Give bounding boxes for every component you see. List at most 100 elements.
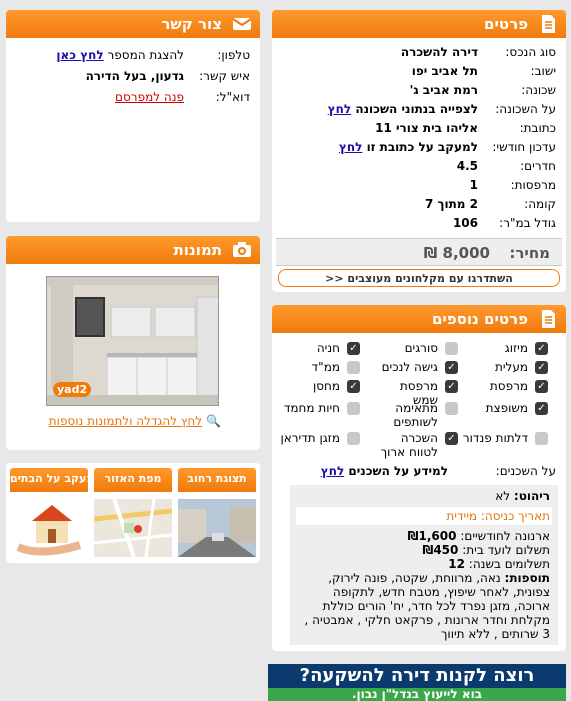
detail-value: לצפייה בנתוני השכונה: [355, 102, 478, 116]
street-view-thumb[interactable]: [178, 499, 256, 557]
arnona-label: ארנונה לחודשיים:: [460, 529, 550, 543]
detail-label: קומה:: [524, 197, 556, 211]
tab-area-map[interactable]: מפת האזור: [94, 468, 172, 492]
checkbox-unchecked[interactable]: [535, 432, 548, 445]
detail-value: אליהו בית צורי 11: [375, 121, 478, 135]
tab-street-view[interactable]: תצוגת רחוב: [178, 468, 256, 492]
checkbox-checked[interactable]: ✓: [535, 380, 548, 393]
checkbox-checked[interactable]: ✓: [347, 380, 360, 393]
contact-advertiser-link[interactable]: פנה למפרסם: [115, 90, 184, 104]
feature-label: מיזוג: [504, 341, 528, 355]
detail-row: קומה: 2 מתוך 7: [272, 195, 566, 214]
contact-title: צור קשר: [161, 15, 222, 33]
checkbox-unchecked[interactable]: [347, 361, 360, 374]
detail-label: על השכונה:: [495, 102, 556, 116]
details-header: פרטים: [272, 10, 566, 38]
envelope-icon: [232, 14, 252, 34]
detail-row: שכונה: רמת אביב ג': [272, 81, 566, 100]
detail-row: חדרים: 4.5: [272, 157, 566, 176]
feature-label: מתאימה לשותפים: [393, 401, 438, 429]
price-value: 8,000 ₪: [423, 244, 490, 262]
furnished-label: ריהוט:: [513, 489, 550, 503]
person-label: איש קשר:: [199, 69, 250, 83]
detail-value: 4.5: [456, 159, 478, 173]
detail-value: רמת אביב ג': [409, 83, 478, 97]
feature-label: מחסן: [312, 379, 340, 393]
feature-label: סורגים: [404, 341, 438, 355]
feature-label: חיות מחמד: [283, 401, 340, 415]
entry-label: תאריך כניסה:: [480, 509, 550, 523]
extra-info-box: ריהוט: לא תאריך כניסה: מיידית ארנונה לחו…: [290, 485, 558, 645]
feature-label: גישה לנכים: [381, 360, 438, 374]
detail-label: ישוב:: [530, 64, 556, 78]
additions-label: תוספות:: [504, 571, 550, 585]
feature-label: ממ"ד: [311, 360, 340, 374]
checkbox-checked[interactable]: ✓: [445, 361, 458, 374]
show-phone-link[interactable]: לחץ כאן: [56, 48, 103, 62]
detail-value: למעקב על כתובת זו: [366, 140, 478, 154]
details-title: פרטים: [484, 15, 528, 33]
payments-value: 12: [448, 557, 465, 571]
tab-house-tracking[interactable]: מעקב על הבתים: [10, 468, 88, 492]
details-panel: פרטים סוג הנכס: דירה להשכרה ישוב: תל אביב י…: [272, 10, 566, 292]
watermark-logo: yad2: [53, 382, 92, 397]
investment-banner[interactable]: רוצה לקנות דירה להשקעה? בוא לייעוץ בנדל"…: [268, 664, 566, 701]
feature-label: מעלית: [494, 360, 528, 374]
detail-row: גודל במ"ר: 106: [272, 214, 566, 233]
banner-headline: רוצה לקנות דירה להשקעה?: [299, 665, 535, 686]
checkbox-checked[interactable]: ✓: [347, 342, 360, 355]
checkbox-checked[interactable]: ✓: [535, 402, 548, 415]
feature-label: משופצת: [485, 401, 528, 415]
document-icon: [538, 309, 558, 329]
detail-label: שכונה:: [521, 83, 556, 97]
detail-row: כתובת: אליהו בית צורי 11: [272, 119, 566, 138]
detail-label: חדרים:: [520, 159, 556, 173]
checkbox-checked[interactable]: ✓: [445, 380, 458, 393]
phone-label: טלפון:: [217, 48, 250, 62]
checkbox-unchecked[interactable]: [347, 402, 360, 415]
extra-details-header: פרטים נוספים: [272, 305, 566, 333]
feature-label: מזגן תדיראן: [280, 431, 340, 445]
detail-label: כתובת:: [519, 121, 556, 135]
detail-label: גודל במ"ר:: [499, 216, 556, 230]
feature-label: חניה: [316, 341, 340, 355]
photos-title: תמונות: [173, 241, 222, 259]
detail-link[interactable]: לחץ: [339, 140, 362, 154]
checkbox-checked[interactable]: ✓: [445, 432, 458, 445]
detail-link[interactable]: לחץ: [328, 102, 351, 116]
feature-label: מרפסת: [489, 379, 528, 393]
neighbors-label: על השכנים:: [495, 464, 556, 478]
main-photo[interactable]: yad2: [46, 276, 219, 406]
checkbox-unchecked[interactable]: [445, 402, 458, 415]
detail-label: סוג הנכס:: [505, 45, 556, 59]
detail-row: סוג הנכס: דירה להשכרה: [272, 43, 566, 62]
vaad-value: ₪450: [422, 543, 459, 557]
price-box: מחיר: 8,000 ₪: [276, 238, 562, 266]
detail-value: 106: [452, 216, 478, 230]
neighbors-text: למידע על השכנים: [348, 464, 448, 478]
furnished-value: לא: [495, 489, 511, 503]
payments-label: תשלומים בשנה:: [468, 557, 550, 571]
house-tracking-thumb[interactable]: [10, 499, 88, 557]
detail-value: 2 מתוך 7: [424, 197, 478, 211]
feature-label: דלתות פנדור: [462, 431, 528, 445]
contact-header: צור קשר: [6, 10, 260, 38]
banner-subline: בוא לייעוץ בנדל"ן נבון.: [268, 688, 566, 701]
feature-label: השכרה לטווח ארוך: [380, 431, 438, 459]
agents-button[interactable]: השתדרגו עם מקלחונים מעוצבים <<: [278, 269, 560, 287]
checkbox-unchecked[interactable]: [445, 342, 458, 355]
checkbox-checked[interactable]: ✓: [535, 361, 548, 374]
camera-icon: [232, 240, 252, 260]
detail-row: מרפסות: 1: [272, 176, 566, 195]
area-map-thumb[interactable]: [94, 499, 172, 557]
neighbors-link[interactable]: לחץ: [321, 464, 344, 478]
checkbox-unchecked[interactable]: [347, 432, 360, 445]
media-tabs-panel: תצוגת רחוב מפת האזור מעקב על הבתים: [6, 463, 260, 563]
enlarge-photos-link[interactable]: לחץ להגדלה ולתמונות נוספות: [49, 414, 202, 428]
entry-value: מיידית: [446, 509, 478, 523]
email-label: דוא"ל:: [215, 90, 250, 104]
contact-panel: צור קשר טלפון: להצגת המספר לחץ כאן איש ק…: [6, 10, 260, 222]
document-icon: [538, 14, 558, 34]
detail-row: עדכון חודשי: למעקב על כתובת זו לחץ: [272, 138, 566, 157]
checkbox-checked[interactable]: ✓: [535, 342, 548, 355]
